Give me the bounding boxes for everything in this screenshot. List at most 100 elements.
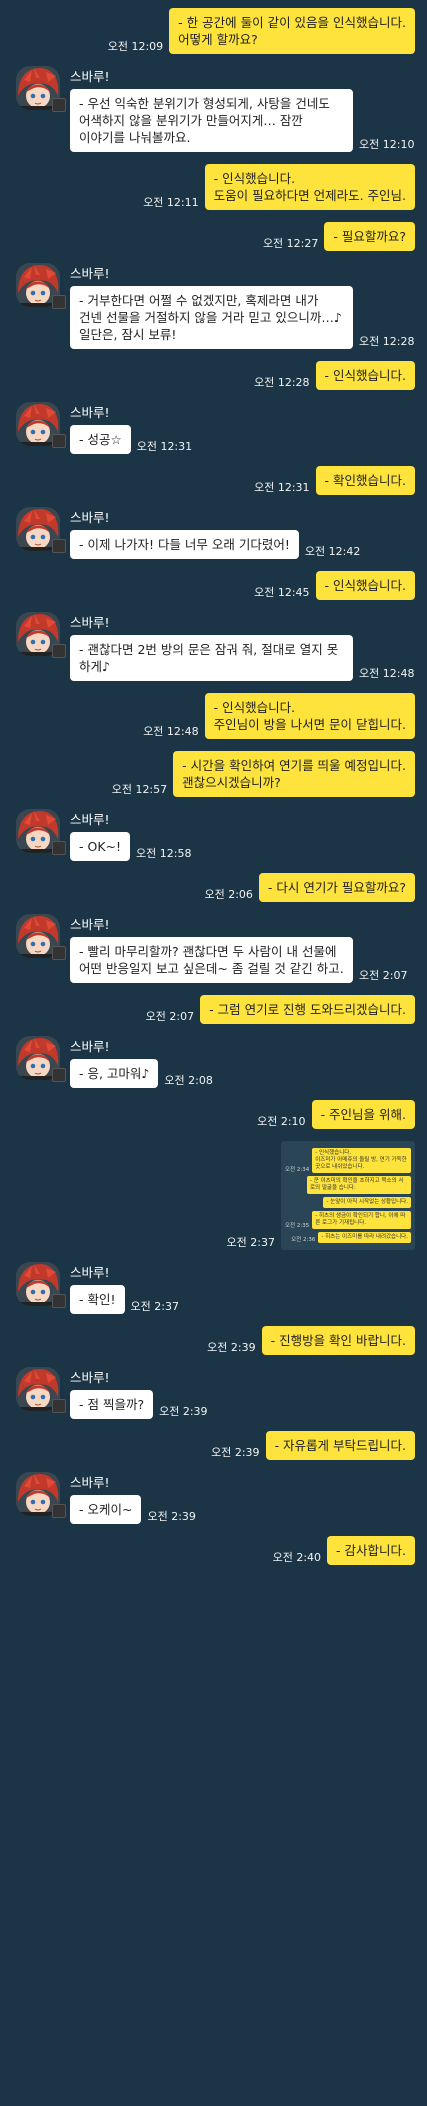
- mini-message: 오전 2:36- 히츠는 이즈미를 따라 내려갔습니다.: [285, 1232, 411, 1243]
- message-bubble[interactable]: - 확인했습니다.: [315, 466, 415, 495]
- mini-message: 오전 2:35- 히츠의 생금이 확인되기 합니, 이에 따른 로그가 기재됩니…: [285, 1211, 411, 1229]
- outgoing-message: 오전 12:11 - 인식했습니다. 도움이 필요하다면 언제라도. 주인님.: [0, 164, 427, 210]
- mini-time: 오전 2:36: [291, 1237, 316, 1243]
- message-bubble[interactable]: - 이제 나가자! 다들 너무 오래 기다렸어!: [70, 530, 299, 559]
- bot-badge-icon: [52, 539, 66, 553]
- message-body: 스바루! - 응, 고마워♪ 오전 2:08: [70, 1036, 219, 1088]
- sender-name: 스바루!: [70, 69, 110, 84]
- message-body: 스바루! - 거부한다면 어쩔 수 없겠지만, 혹제라면 내가 건넨 선물을 거절…: [70, 263, 420, 349]
- message-bubble[interactable]: - 빨리 마무리할까? 괜찮다면 두 사람이 내 선물에 어떤 반응일지 보고 …: [70, 937, 353, 983]
- screenshot-image[interactable]: 오전 2:34- 인식했습니다. 이즈미가 아메쥬의 돌릴 방, 연기 가득한 …: [281, 1141, 415, 1250]
- sender-name: 스바루!: [70, 1265, 110, 1280]
- outgoing-message: 오전 12:45 - 인식했습니다.: [0, 571, 427, 600]
- sender-name: 스바루!: [70, 1039, 110, 1054]
- bot-badge-icon: [52, 434, 66, 448]
- message-bubble[interactable]: - 응, 고마워♪: [70, 1059, 159, 1088]
- message-line: - 이제 나가자! 다들 너무 오래 기다렸어! 오전 12:42: [70, 530, 366, 559]
- avatar[interactable]: [16, 263, 66, 313]
- bot-badge-icon: [52, 98, 66, 112]
- message-body: 스바루! - 빨리 마무리할까? 괜찮다면 두 사람이 내 선물에 어떤 반응일지…: [70, 914, 413, 983]
- message-line: - 성공☆ 오전 12:31: [70, 425, 198, 454]
- message-bubble[interactable]: - OK~!: [70, 832, 131, 861]
- avatar[interactable]: [16, 1367, 66, 1417]
- outgoing-message: 오전 12:27 - 필요할까요?: [0, 222, 427, 251]
- message-time: 오전 2:06: [204, 888, 253, 901]
- message-line: - 점 찍을까? 오전 2:39: [70, 1390, 214, 1419]
- message-line: - 거부한다면 어쩔 수 없겠지만, 혹제라면 내가 건넨 선물을 거절하지 않…: [70, 286, 420, 349]
- message-time: 오전 12:42: [304, 545, 361, 558]
- message-body: 스바루! - 성공☆ 오전 12:31: [70, 402, 198, 454]
- message-time: 오전 2:08: [164, 1074, 213, 1087]
- incoming-message: 스바루! - 거부한다면 어쩔 수 없겠지만, 혹제라면 내가 건넨 선물을 거절…: [0, 263, 427, 349]
- message-time: 오전 12:09: [107, 40, 164, 53]
- bot-badge-icon: [52, 946, 66, 960]
- image-message: 오전 2:37 오전 2:34- 인식했습니다. 이즈미가 아메쥬의 돌릴 방, …: [0, 1141, 427, 1250]
- avatar[interactable]: [16, 1262, 66, 1312]
- message-bubble[interactable]: - 성공☆: [70, 425, 131, 454]
- message-body: 스바루! - 오케이~ 오전 2:39: [70, 1472, 202, 1524]
- avatar[interactable]: [16, 809, 66, 859]
- bot-badge-icon: [52, 841, 66, 855]
- message-bubble[interactable]: - 자유롭게 부탁드립니다.: [265, 1431, 415, 1460]
- incoming-message: 스바루! - 괜찮다면 2번 방의 문은 잠궈 줘, 절대로 열지 못 하게♪ 오전…: [0, 612, 427, 681]
- message-bubble[interactable]: - 인식했습니다. 주인님이 방을 나서면 문이 닫힙니다.: [204, 693, 415, 739]
- outgoing-message: 오전 12:48 - 인식했습니다. 주인님이 방을 나서면 문이 닫힙니다.: [0, 693, 427, 739]
- avatar[interactable]: [16, 402, 66, 452]
- message-time: 오전 12:28: [254, 376, 310, 389]
- message-bubble[interactable]: - 점 찍을까?: [70, 1390, 154, 1419]
- message-bubble[interactable]: - 감사합니다.: [327, 1536, 415, 1565]
- message-bubble[interactable]: - 진행방을 확인 바랍니다.: [261, 1326, 415, 1355]
- incoming-message: 스바루! - 이제 나가자! 다들 너무 오래 기다렸어! 오전 12:42: [0, 507, 427, 559]
- message-bubble[interactable]: - 그럼 연기로 진행 도와드리겠습니다.: [200, 995, 415, 1024]
- message-bubble[interactable]: - 인식했습니다. 도움이 필요하다면 언제라도. 주인님.: [204, 164, 415, 210]
- message-body: 스바루! - 점 찍을까? 오전 2:39: [70, 1367, 214, 1419]
- outgoing-message: 오전 2:39 - 자유롭게 부탁드립니다.: [0, 1431, 427, 1460]
- mini-time: 오전 2:35: [285, 1223, 310, 1229]
- message-time: 오전 12:48: [359, 667, 415, 680]
- message-time: 오전 2:07: [145, 1010, 195, 1023]
- outgoing-message: 오전 2:07 - 그럼 연기로 진행 도와드리겠습니다.: [0, 995, 427, 1024]
- sender-name: 스바루!: [70, 510, 110, 525]
- mini-message: - 쿤 이츠미의 확인을 초하지고 묵소의 서로의 얼굴을 습니다.: [285, 1176, 411, 1194]
- message-time: 오전 12:57: [111, 783, 168, 796]
- mini-message: 오전 2:34- 인식했습니다. 이즈미가 아메쥬의 돌릴 방, 연기 가득한 …: [285, 1148, 411, 1173]
- message-time: 오전 12:45: [254, 586, 310, 599]
- message-bubble[interactable]: - 괜찮다면 2번 방의 문은 잠궈 줘, 절대로 열지 못 하게♪: [70, 635, 353, 681]
- message-bubble[interactable]: - 필요할까요?: [324, 222, 415, 251]
- message-bubble[interactable]: - 시간을 확인하여 연기를 띄울 예정입니다. 괜찮으시겠습니까?: [173, 751, 415, 797]
- avatar[interactable]: [16, 1472, 66, 1522]
- avatar[interactable]: [16, 612, 66, 662]
- sender-name: 스바루!: [70, 1370, 110, 1385]
- avatar[interactable]: [16, 1036, 66, 1086]
- message-bubble[interactable]: - 확인!: [70, 1285, 125, 1314]
- message-time: 오전 2:37: [130, 1300, 179, 1313]
- incoming-message: 스바루! - 오케이~ 오전 2:39: [0, 1472, 427, 1524]
- incoming-message: 스바루! - 성공☆ 오전 12:31: [0, 402, 427, 454]
- message-body: 스바루! - 이제 나가자! 다들 너무 오래 기다렸어! 오전 12:42: [70, 507, 366, 559]
- message-bubble[interactable]: - 우선 익숙한 분위기가 형성되게, 사탕을 건네도 어색하지 않을 분위기가…: [70, 89, 353, 152]
- message-bubble[interactable]: - 오케이~: [70, 1495, 142, 1524]
- incoming-message: 스바루! - OK~! 오전 12:58: [0, 809, 427, 861]
- avatar[interactable]: [16, 507, 66, 557]
- message-time: 오전 12:11: [143, 196, 199, 209]
- bot-badge-icon: [52, 1399, 66, 1413]
- message-bubble[interactable]: - 인식했습니다.: [315, 361, 415, 390]
- message-bubble[interactable]: - 한 공간에 둘이 같이 있음을 인식했습니다. 어떻게 할까요?: [169, 8, 415, 54]
- message-time: 오전 2:39: [147, 1510, 196, 1523]
- avatar[interactable]: [16, 66, 66, 116]
- outgoing-message: 오전 12:28 - 인식했습니다.: [0, 361, 427, 390]
- message-time: 오전 12:48: [143, 725, 199, 738]
- outgoing-message: 오전 2:10 - 주인님을 위해.: [0, 1100, 427, 1129]
- sender-name: 스바루!: [70, 917, 110, 932]
- chat-log[interactable]: 오전 12:09 - 한 공간에 둘이 같이 있음을 인식했습니다. 어떻게 할까…: [0, 0, 427, 1565]
- mini-bubble: - 쿤 이츠미의 확인을 초하지고 묵소의 서로의 얼굴을 습니다.: [307, 1176, 411, 1194]
- message-bubble[interactable]: - 주인님을 위해.: [311, 1100, 415, 1129]
- mini-bubble: - 눈앞이 아직 시작없는 상황입니다.: [323, 1197, 411, 1208]
- outgoing-message: 오전 12:31 - 확인했습니다.: [0, 466, 427, 495]
- message-bubble[interactable]: - 인식했습니다.: [315, 571, 415, 600]
- message-bubble[interactable]: - 다시 연기가 필요할까요?: [258, 873, 415, 902]
- avatar[interactable]: [16, 914, 66, 964]
- message-body: 스바루! - 우선 익숙한 분위기가 형성되게, 사탕을 건네도 어색하지 않을 …: [70, 66, 420, 152]
- message-bubble[interactable]: - 거부한다면 어쩔 수 없겠지만, 혹제라면 내가 건넨 선물을 거절하지 않…: [70, 286, 353, 349]
- bot-badge-icon: [52, 644, 66, 658]
